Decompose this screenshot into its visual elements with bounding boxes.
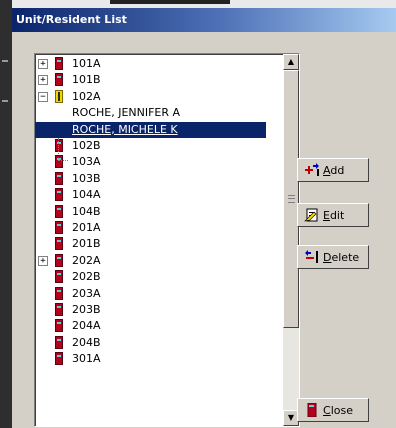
unit-item[interactable]: − 102A (35, 89, 266, 105)
unit-item[interactable]: 201A (35, 220, 266, 236)
door-closed-icon (55, 155, 63, 169)
door-closed-icon (55, 221, 63, 234)
unit-item[interactable]: +101B (35, 72, 266, 88)
scroll-up-button[interactable]: ▲ (283, 54, 299, 70)
add-icon (305, 163, 319, 176)
unit-item[interactable]: +101A (35, 56, 266, 72)
close-mnemonic: C (323, 404, 331, 417)
background-strip (0, 0, 396, 8)
tree-connector-hook (58, 160, 68, 161)
door-closed-icon (55, 171, 63, 185)
door-closed-icon (55, 352, 63, 366)
item-label: 203B (72, 303, 101, 316)
unit-item[interactable]: 201B (35, 236, 266, 252)
item-label: 203A (72, 286, 101, 300)
unit-item[interactable]: 204B (35, 335, 266, 351)
unit-item[interactable]: 301A (35, 351, 266, 367)
item-label: 102B (72, 139, 101, 152)
expand-icon[interactable]: + (38, 75, 48, 86)
item-label: 104A (72, 188, 101, 202)
item-label: 204A (72, 319, 101, 333)
item-label: 204B (72, 335, 101, 349)
unit-item[interactable]: 102B (35, 138, 266, 154)
unit-item[interactable]: 103B (35, 171, 266, 187)
edit-label-rest: dit (329, 209, 345, 222)
item-label: 102A (72, 89, 101, 103)
unit-tree-list[interactable]: +101A +101B −102A ROCHE, JENNIFER A ROCHE, M… (34, 53, 300, 427)
door-closed-icon (55, 253, 63, 267)
background-left-edge (0, 0, 12, 428)
item-label: 103B (72, 171, 101, 185)
close-label-rest: lose (330, 404, 353, 417)
tree-connector-line (58, 138, 59, 154)
door-closed-icon (55, 319, 63, 333)
door-closed-icon (55, 73, 63, 87)
item-label: 201A (72, 221, 101, 234)
item-label: 301A (72, 352, 101, 366)
door-exit-icon (307, 403, 317, 417)
item-label: 101B (72, 73, 101, 87)
door-closed-icon (55, 237, 63, 251)
vertical-scrollbar[interactable]: ▲ ▼ (283, 54, 299, 426)
expand-icon[interactable]: + (38, 59, 48, 69)
delete-icon (305, 250, 318, 263)
close-button[interactable]: Close (297, 398, 369, 422)
unit-item[interactable]: 203B (35, 302, 266, 318)
item-label: ROCHE, MICHELE K (69, 122, 181, 136)
unit-item[interactable]: 202B (35, 269, 266, 285)
item-label: 201B (72, 237, 101, 251)
door-closed-icon (55, 204, 63, 218)
unit-resident-list-window: Unit/Resident List +101A +101B −102A ROCHE,… (12, 8, 396, 428)
add-label-rest: dd (330, 164, 345, 177)
scroll-thumb[interactable] (283, 70, 299, 328)
delete-label-rest: elete (331, 251, 360, 264)
unit-item[interactable]: 103A (35, 154, 266, 170)
unit-item[interactable]: 104B (35, 204, 266, 220)
title-bar[interactable]: Unit/Resident List (12, 8, 396, 32)
door-closed-icon (55, 188, 63, 202)
unit-item[interactable]: +202A (35, 253, 266, 269)
door-closed-icon (55, 303, 63, 316)
collapse-icon[interactable]: − (38, 91, 48, 102)
door-closed-icon (55, 286, 63, 300)
expand-icon[interactable]: + (38, 255, 48, 266)
resident-item[interactable]: ROCHE, JENNIFER A (35, 105, 266, 121)
edit-button[interactable]: Edit (297, 203, 369, 227)
delete-button[interactable]: Delete (297, 245, 369, 269)
item-label: 104B (72, 204, 101, 218)
edit-icon (304, 208, 318, 222)
unit-item[interactable]: 203A (35, 286, 266, 302)
door-open-icon (55, 89, 63, 103)
item-label: 202B (72, 270, 101, 284)
unit-item[interactable]: 204A (35, 318, 266, 334)
edit-mnemonic: E (323, 209, 330, 222)
scroll-grip-icon (288, 195, 295, 203)
add-button[interactable]: Add (297, 158, 369, 182)
door-closed-icon (55, 335, 63, 349)
item-label: 101A (72, 57, 101, 70)
door-closed-icon (55, 57, 63, 70)
resident-item[interactable]: ROCHE, MICHELE K (35, 121, 266, 138)
door-closed-icon (55, 139, 63, 152)
door-closed-icon (55, 270, 63, 284)
window-title: Unit/Resident List (16, 13, 127, 26)
item-label: 202A (72, 253, 101, 267)
item-label: 103A (72, 155, 101, 169)
item-label: ROCHE, JENNIFER A (72, 106, 181, 120)
unit-item[interactable]: 104A (35, 187, 266, 203)
